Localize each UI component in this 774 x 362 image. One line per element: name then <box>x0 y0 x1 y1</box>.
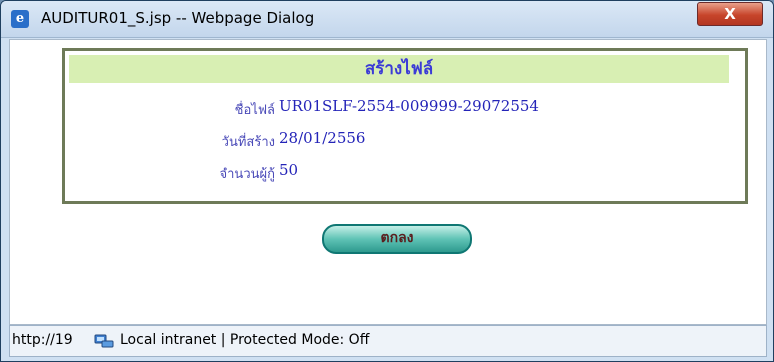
created-date-label: วันที่สร้าง <box>221 135 275 150</box>
file-name-row: ชื่อไฟล์ UR01SLF-2554-009999-29072554 <box>65 95 745 119</box>
created-date-row: วันที่สร้าง 28/01/2556 <box>65 127 745 151</box>
panel-title: สร้างไฟล์ <box>364 59 434 79</box>
create-file-panel: สร้างไฟล์ ชื่อไฟล์ UR01SLF-2554-009999-2… <box>62 48 748 204</box>
borrower-count-label: จำนวนผู้กู้ <box>219 167 275 182</box>
panel-header: สร้างไฟล์ <box>69 55 729 83</box>
dialog-window: e AUDITUR01_S.jsp -- Webpage Dialog X สร… <box>0 0 774 362</box>
borrower-count-row: จำนวนผู้กู้ 50 <box>65 159 745 183</box>
ok-button-label: ตกลง <box>380 230 414 246</box>
close-icon: X <box>724 5 736 23</box>
security-zone-text: Local intranet | Protected Mode: Off <box>120 332 370 348</box>
window-title: AUDITUR01_S.jsp -- Webpage Dialog <box>41 9 315 27</box>
status-bar: http://19 Local intranet | Protected Mod… <box>9 325 767 357</box>
file-name-value: UR01SLF-2554-009999-29072554 <box>279 97 539 115</box>
ie-icon: e <box>11 10 29 28</box>
status-url: http://19 <box>12 332 73 348</box>
dialog-content: สร้างไฟล์ ชื่อไฟล์ UR01SLF-2554-009999-2… <box>9 39 767 325</box>
title-bar[interactable]: e AUDITUR01_S.jsp -- Webpage Dialog X <box>1 1 773 38</box>
close-button[interactable]: X <box>697 2 763 26</box>
created-date-value: 28/01/2556 <box>279 129 366 147</box>
ok-button[interactable]: ตกลง <box>322 224 472 254</box>
file-name-label: ชื่อไฟล์ <box>234 103 275 118</box>
borrower-count-value: 50 <box>279 161 299 179</box>
intranet-icon <box>94 334 114 348</box>
